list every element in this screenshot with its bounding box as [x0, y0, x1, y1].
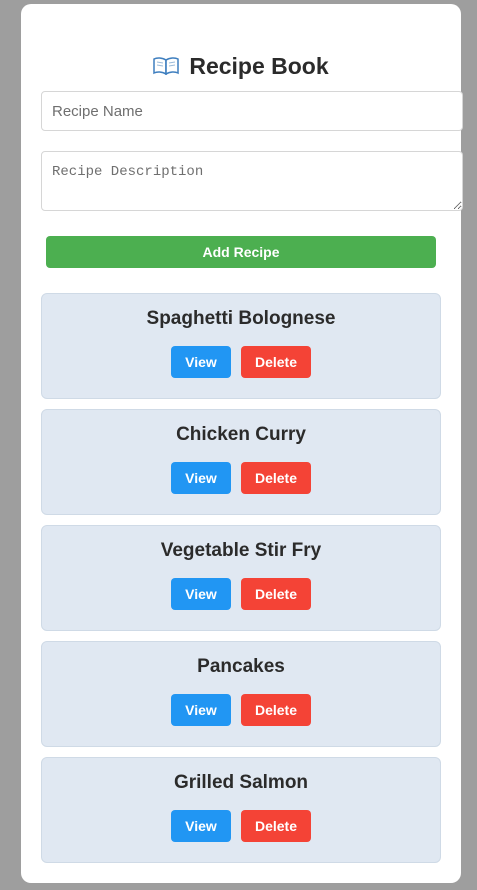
page-title-text: Recipe Book — [189, 53, 329, 79]
open-book-icon — [153, 57, 180, 75]
recipe-name: Pancakes — [197, 656, 285, 677]
recipe-name: Vegetable Stir Fry — [160, 540, 322, 561]
recipe-name: Grilled Salmon — [173, 772, 309, 793]
view-recipe-button[interactable]: View — [171, 578, 231, 610]
recipe-actions: View Delete — [42, 578, 440, 610]
delete-recipe-button[interactable]: Delete — [241, 694, 311, 726]
recipe-name: Chicken Curry — [176, 424, 306, 445]
recipe-actions: View Delete — [42, 462, 440, 494]
add-recipe-button[interactable]: Add Recipe — [46, 236, 436, 268]
recipe-name-input[interactable] — [41, 91, 463, 131]
recipe-description-input[interactable] — [41, 151, 463, 211]
recipe-item: Spaghetti Bolognese View Delete — [41, 293, 441, 399]
view-recipe-button[interactable]: View — [171, 346, 231, 378]
recipe-name: Spaghetti Bolognese — [146, 308, 336, 329]
view-recipe-button[interactable]: View — [171, 462, 231, 494]
recipe-item: Grilled Salmon View Delete — [41, 757, 441, 863]
recipe-actions: View Delete — [42, 810, 440, 842]
recipe-book-card: Recipe Book Add Recipe Spaghetti Bologne… — [21, 4, 463, 883]
view-recipe-button[interactable]: View — [171, 694, 231, 726]
delete-recipe-button[interactable]: Delete — [241, 462, 311, 494]
delete-recipe-button[interactable]: Delete — [241, 346, 311, 378]
recipe-item: Pancakes View Delete — [41, 641, 441, 747]
recipe-list: Spaghetti Bolognese View Delete Chicken C… — [41, 293, 441, 873]
delete-recipe-button[interactable]: Delete — [241, 578, 311, 610]
recipe-actions: View Delete — [42, 346, 440, 378]
recipe-item: Vegetable Stir Fry View Delete — [41, 525, 441, 631]
view-recipe-button[interactable]: View — [171, 810, 231, 842]
page-title: Recipe Book — [21, 50, 461, 82]
recipe-actions: View Delete — [42, 694, 440, 726]
delete-recipe-button[interactable]: Delete — [241, 810, 311, 842]
recipe-item: Chicken Curry View Delete — [41, 409, 441, 515]
